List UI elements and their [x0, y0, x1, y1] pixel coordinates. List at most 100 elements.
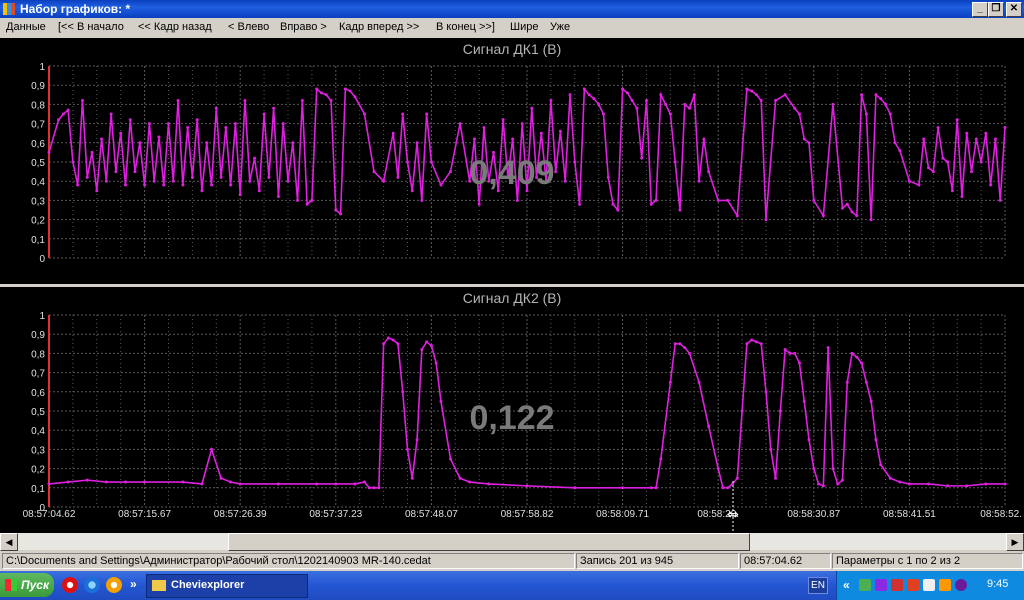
data-point [558, 129, 562, 133]
data-point [592, 97, 596, 101]
title-bar: Набор графиков: * _ ❐ ✕ [0, 0, 1024, 18]
menu-data[interactable]: Данные [6, 21, 46, 33]
data-point [979, 160, 983, 164]
maximize-button[interactable]: ❐ [988, 2, 1004, 17]
data-point [425, 340, 429, 344]
tray-security-icon[interactable] [955, 579, 967, 591]
data-point [200, 189, 204, 193]
data-point [654, 198, 658, 202]
data-point [143, 183, 147, 187]
menu-narrower[interactable]: Уже [550, 21, 570, 33]
y-tick-label: 0,1 [31, 484, 45, 495]
data-point [621, 486, 625, 490]
data-point [855, 214, 859, 218]
data-point [439, 183, 443, 187]
y-tick-label: 1 [39, 311, 45, 322]
data-point [501, 118, 505, 122]
data-point [621, 87, 625, 91]
menu-right[interactable]: Вправо > [280, 21, 327, 33]
close-button[interactable]: ✕ [1006, 2, 1022, 17]
data-point [391, 338, 395, 342]
internet-explorer-icon[interactable] [84, 577, 100, 593]
media-player-icon[interactable] [106, 577, 122, 593]
data-point [946, 484, 950, 488]
data-point [692, 93, 696, 97]
tray-expand-icon[interactable]: « [843, 578, 850, 592]
scroll-right-button[interactable]: ▶ [1006, 533, 1024, 551]
tray-update-icon[interactable] [939, 579, 951, 591]
data-point [286, 179, 290, 183]
network-icon[interactable] [859, 579, 871, 591]
horizontal-scrollbar[interactable]: ◀ ▶ [0, 533, 1024, 551]
data-point [860, 93, 864, 97]
y-tick-label: 0,7 [31, 369, 45, 380]
opera-icon[interactable] [62, 577, 78, 593]
quicklaunch-chevron-icon[interactable]: » [130, 577, 137, 591]
tray-info-icon[interactable] [923, 579, 935, 591]
y-tick-label: 0,2 [31, 216, 45, 227]
menu-left[interactable]: < Влево [228, 21, 269, 33]
data-point [401, 112, 405, 116]
data-point [257, 189, 261, 193]
task-cheviexplorer[interactable]: Cheviexplorer [146, 574, 308, 598]
data-point [449, 170, 453, 174]
data-point [793, 106, 797, 110]
menu-frame-forward[interactable]: Кадр вперед >> [339, 21, 419, 33]
data-point [702, 137, 706, 141]
data-point [272, 106, 276, 110]
menu-frame-back[interactable]: << Кадр назад [138, 21, 212, 33]
data-point [707, 170, 711, 174]
minimize-button[interactable]: _ [972, 2, 988, 17]
data-point [472, 137, 476, 141]
data-point [974, 137, 978, 141]
chart-panel-dk2[interactable]: Сигнал ДК2 (В) 0 0,1 0,2 0,3 0,4 0,5 0,6 0,7 0,8 0… [0, 287, 1024, 533]
data-point [678, 208, 682, 212]
data-point [200, 482, 204, 486]
menu-to-end[interactable]: В конец >>] [436, 21, 495, 33]
chart-dk2[interactable]: Сигнал ДК2 (В)00,10,20,30,40,50,60,70,80… [0, 287, 1024, 533]
data-point [993, 137, 997, 141]
status-bar: C:\Documents and Settings\Администратор\… [0, 551, 1024, 570]
data-point [329, 99, 333, 103]
data-point [879, 97, 883, 101]
data-point [386, 336, 390, 340]
status-params: Параметры с 1 по 2 из 2 [832, 553, 1023, 569]
data-point [759, 99, 763, 103]
data-point [821, 484, 825, 488]
data-point [372, 170, 376, 174]
data-point [353, 95, 357, 99]
data-point [817, 482, 821, 486]
data-point [238, 193, 242, 197]
antivirus-icon[interactable] [891, 579, 903, 591]
data-point [965, 131, 969, 135]
menu-wider[interactable]: Шире [510, 21, 538, 33]
data-point [649, 202, 653, 206]
data-point [874, 438, 878, 442]
data-point [406, 160, 409, 164]
data-point [759, 342, 763, 346]
data-point [214, 106, 218, 110]
start-button[interactable]: Пуск [0, 573, 54, 597]
data-point [707, 424, 711, 428]
tray-app-icon[interactable] [875, 579, 887, 591]
x-tick-label: 08:58:52. [980, 509, 1022, 520]
data-point [1003, 482, 1007, 486]
data-point [515, 198, 519, 202]
scroll-thumb[interactable] [228, 533, 750, 551]
data-point [984, 482, 988, 486]
shield-icon[interactable] [907, 579, 919, 591]
chart-dk1[interactable]: Сигнал ДК1 (В) 0 0,1 0,2 0,3 0,4 0,5 0,6 0,7 0,8 0… [0, 38, 1024, 284]
language-indicator[interactable]: EN [808, 577, 828, 594]
data-point [625, 91, 629, 95]
clock: 9:45 [987, 578, 1009, 590]
data-point [688, 106, 692, 110]
menu-to-start[interactable]: [<< В начало [58, 21, 124, 33]
data-point [821, 214, 825, 218]
chart-panel-dk1[interactable]: Сигнал ДК1 (В) 0 0,1 0,2 0,3 0,4 0,5 0,6 0,7 0,8 0… [0, 38, 1024, 284]
data-point [931, 170, 935, 174]
data-point [439, 399, 443, 403]
y-tick-label: 0,9 [31, 81, 45, 92]
y-tick-label: 0,8 [31, 349, 45, 360]
scroll-left-button[interactable]: ◀ [0, 533, 18, 551]
data-point [807, 141, 811, 145]
